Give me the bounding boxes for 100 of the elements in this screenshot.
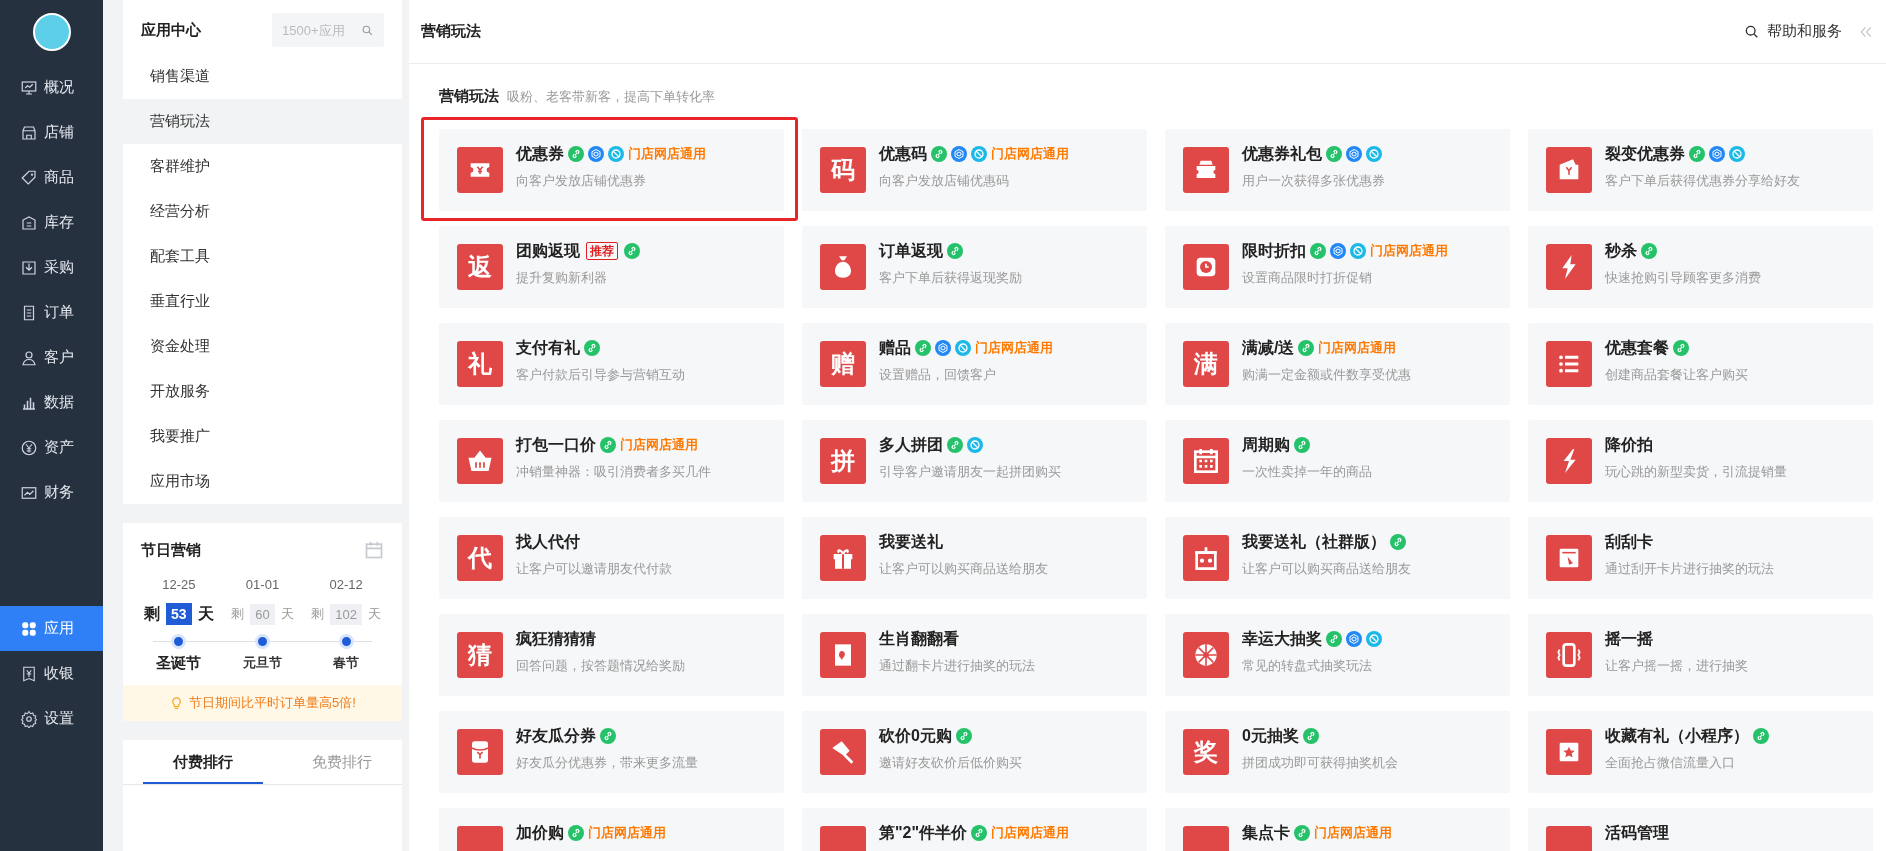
feature-card[interactable]: 赠 赠品 门店网店通用 设置赠品，回馈客户 (802, 323, 1147, 405)
feature-card[interactable]: 打包一口价 门店网店通用 冲销量神器：吸引消费者多买几件 (439, 420, 784, 502)
link-icon (1302, 728, 1319, 744)
feature-card[interactable]: 我要送礼 让客户可以购买商品送给朋友 (802, 517, 1147, 599)
feature-card[interactable]: 生肖翻翻看 通过翻卡片进行抽奖的玩法 (802, 614, 1147, 696)
feature-card[interactable]: 降价拍 玩心跳的新型卖货，引流提销量 (1528, 420, 1873, 502)
tag-icon (20, 168, 38, 187)
calendar-icon (364, 540, 384, 560)
feature-card[interactable]: 幸运大抽奖 常见的转盘式抽奖玩法 (1165, 614, 1510, 696)
glyph-icon: 返 (457, 244, 503, 290)
tab[interactable]: 付费排行 (143, 740, 263, 784)
menu-item[interactable]: 应用市场 (123, 459, 402, 504)
card-description: 客户下单后获得优惠券分享给好友 (1605, 172, 1800, 190)
feature-card[interactable]: 裂变优惠券 客户下单后获得优惠券分享给好友 (1528, 129, 1873, 211)
festival-name: 元旦节 (243, 654, 282, 672)
card-title: 满减/送 (1242, 337, 1295, 358)
card-description: 通过翻卡片进行抽奖的玩法 (879, 657, 1035, 675)
link-icon (1326, 631, 1342, 647)
nav-item[interactable]: 资产 (0, 425, 103, 470)
card-description: 回答问题，按答题情况给奖励 (516, 657, 685, 675)
card-title: 降价拍 (1605, 434, 1653, 455)
feature-card[interactable]: 返 团购返现 推荐 提升复购新利器 (439, 226, 784, 308)
nav-item[interactable]: 应用 (0, 606, 103, 651)
nav-item[interactable]: 概况 (0, 65, 103, 110)
days-count: 60 (250, 603, 275, 625)
feature-card[interactable]: 限时折扣 门店网店通用 设置商品限时打折促销 (1165, 226, 1510, 308)
nav-item[interactable]: 订单 (0, 290, 103, 335)
feature-card[interactable]: 代 找人代付 让客户可以邀请朋友代付款 (439, 517, 784, 599)
menu-item[interactable]: 资金处理 (123, 324, 402, 369)
feature-card[interactable]: 优惠套餐 创建商品套餐让客户购买 (1528, 323, 1873, 405)
card-title: 赠品 (879, 337, 911, 358)
nav-item[interactable]: 设置 (0, 696, 103, 741)
nav-item[interactable]: 财务 (0, 470, 103, 515)
nav-item[interactable]: 商品 (0, 155, 103, 200)
link-icon (1390, 534, 1406, 550)
festival-name: 圣诞节 (156, 654, 202, 673)
feature-card[interactable]: 优惠券 门店网店通用 向客户发放店铺优惠券 (439, 129, 784, 211)
menu-item[interactable]: 配套工具 (123, 234, 402, 279)
slashed-circle-icon (967, 437, 983, 453)
feature-card[interactable]: 奖 0元抽奖 拼团成功即可获得抽奖机会 (1165, 711, 1510, 793)
search-field[interactable]: 1500+应用 (272, 13, 384, 47)
scope-label: 门店网店通用 (1314, 824, 1392, 842)
feature-card[interactable]: 活码管理 (1528, 808, 1873, 851)
feature-card[interactable]: 猜 疯狂猜猜猜 回答问题，按答题情况给奖励 (439, 614, 784, 696)
hexagon-icon (1330, 243, 1346, 259)
help-button[interactable]: 帮助和服务 (1744, 22, 1842, 41)
receipt-icon (20, 664, 38, 683)
nav-item[interactable]: 收银 (0, 651, 103, 696)
card-title: 活码管理 (1605, 822, 1669, 843)
link-icon (600, 728, 616, 744)
slashed-circle-icon (1350, 243, 1366, 259)
remaining-label: 剩 (144, 603, 161, 624)
nav-item[interactable]: 客户 (0, 335, 103, 380)
link-icon (971, 825, 988, 841)
menu-item[interactable]: 垂直行业 (123, 279, 402, 324)
search-icon (361, 24, 374, 37)
person-icon (20, 348, 38, 367)
nav-item[interactable]: 店铺 (0, 110, 103, 155)
nav-item[interactable]: 数据 (0, 380, 103, 425)
menu-item[interactable]: 销售渠道 (123, 54, 402, 99)
menu-item[interactable]: 营销玩法 (123, 99, 402, 144)
card-title: 找人代付 (516, 531, 580, 552)
link-icon (1294, 825, 1310, 841)
glyph-icon: 奖 (1183, 729, 1229, 775)
card-description: 通过刮开卡片进行抽奖的玩法 (1605, 560, 1774, 578)
card-description: 设置商品限时打折促销 (1242, 269, 1373, 287)
feature-card[interactable]: 砍价0元购 邀请好友砍价后低价购买 (802, 711, 1147, 793)
feature-card[interactable]: 收藏有礼（小程序） 全面抢占微信流量入口 (1528, 711, 1873, 793)
card-description: 向客户发放店铺优惠码 (879, 172, 1010, 190)
feature-card[interactable]: 好友瓜分券 好友瓜分优惠券，带来更多流量 (439, 711, 784, 793)
link-icon (947, 437, 963, 453)
feature-card[interactable]: 礼 支付有礼 客户付款后引导参与营销互动 (439, 323, 784, 405)
menu-item[interactable]: 我要推广 (123, 414, 402, 459)
feature-card[interactable]: 集点卡 门店网店通用 (1165, 808, 1510, 851)
card-title: 多人拼团 (879, 434, 943, 455)
card-description: 拼团成功即可获得抽奖机会 (1242, 754, 1398, 772)
card-title: 集点卡 (1242, 822, 1290, 843)
card-title: 好友瓜分券 (516, 725, 596, 746)
card-title: 第"2"件半价 (879, 822, 968, 843)
menu-item[interactable]: 客群维护 (123, 144, 402, 189)
feature-card[interactable]: 码 优惠码 门店网店通用 向客户发放店铺优惠码 (802, 129, 1147, 211)
feature-card[interactable]: 刮刮卡 通过刮开卡片进行抽奖的玩法 (1528, 517, 1873, 599)
feature-card[interactable]: 我要送礼（社群版） 让客户可以购买商品送给朋友 (1165, 517, 1510, 599)
card-title: 收藏有礼（小程序） (1605, 725, 1749, 746)
feature-card[interactable]: 订单返现 客户下单后获得返现奖励 (802, 226, 1147, 308)
feature-card[interactable]: 加价购 门店网店通用 (439, 808, 784, 851)
hexagon-icon (935, 340, 951, 356)
nav-item[interactable]: 采购 (0, 245, 103, 290)
feature-card[interactable]: 第"2"件半价 门店网店通用 (802, 808, 1147, 851)
link-icon (1298, 340, 1315, 356)
card-description: 好友瓜分优惠券，带来更多流量 (516, 754, 698, 772)
menu-item[interactable]: 开放服务 (123, 369, 402, 414)
avatar[interactable] (32, 13, 71, 51)
nav-item[interactable]: 库存 (0, 200, 103, 245)
menu-item[interactable]: 经营分析 (123, 189, 402, 234)
glyph-icon: 码 (820, 147, 866, 193)
card-title: 周期购 (1242, 434, 1290, 455)
link-icon (1294, 437, 1310, 453)
card-title: 幸运大抽奖 (1242, 628, 1322, 649)
feature-card[interactable]: 秒杀 快速抢购引导顾客更多消费 (1528, 226, 1873, 308)
